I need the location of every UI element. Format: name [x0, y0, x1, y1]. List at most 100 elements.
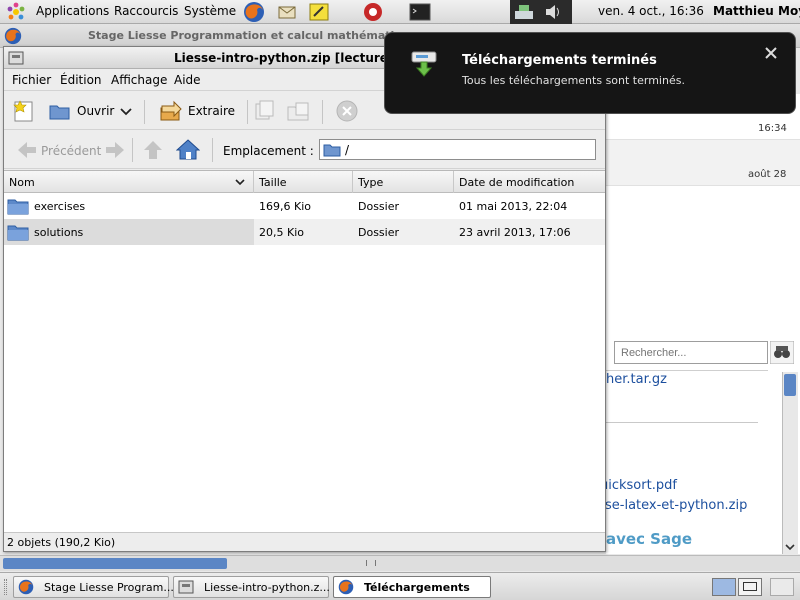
trash-applet[interactable] — [770, 578, 794, 596]
search-input[interactable] — [614, 341, 768, 364]
file-type: Dossier — [358, 200, 400, 213]
location-path: / — [345, 143, 350, 157]
file-size: 20,5 Kio — [259, 226, 304, 239]
taskbar-handle — [4, 579, 7, 595]
menu-systeme[interactable]: Système — [184, 4, 236, 18]
scroll-down-icon[interactable] — [783, 540, 797, 554]
task-label: Liesse-intro-python.z... — [204, 581, 330, 594]
divider — [606, 422, 758, 423]
scrollbar-thumb[interactable] — [784, 374, 796, 396]
menu-applications[interactable]: Applications — [36, 4, 109, 18]
panel-user[interactable]: Matthieu Moy — [713, 4, 800, 18]
task-firefox[interactable]: Stage Liesse Program... — [13, 576, 174, 598]
file-date: 23 avril 2013, 17:06 — [459, 226, 571, 239]
panel-clock[interactable]: ven. 4 oct., 16:36 — [598, 4, 704, 18]
extract-icon[interactable] — [158, 98, 184, 124]
home-icon[interactable] — [176, 138, 200, 160]
open-folder-icon[interactable] — [48, 98, 72, 124]
help-launcher-icon[interactable] — [362, 1, 384, 23]
table-row[interactable]: exercises 169,6 Kio Dossier 01 mai 2013,… — [4, 193, 605, 219]
download-icon — [411, 51, 437, 77]
vertical-scrollbar[interactable] — [782, 372, 798, 554]
menu-aide[interactable]: Aide — [174, 73, 201, 87]
back-button[interactable]: Précédent — [41, 144, 101, 158]
text-editor-launcher-icon[interactable] — [308, 1, 330, 23]
firefox-launcher-icon[interactable] — [243, 1, 265, 23]
download-link[interactable]: uicksort.pdf — [600, 478, 677, 493]
up-arrow-icon[interactable] — [143, 139, 163, 161]
chevron-down-icon[interactable] — [118, 98, 134, 124]
workspace-1[interactable] — [712, 578, 736, 596]
firefox-window-icon — [4, 27, 22, 45]
network-icon[interactable] — [513, 1, 535, 23]
top-panel: Applications Raccourcis Système ven. 4 o… — [0, 0, 800, 24]
status-text: 2 objets (190,2 Kio) — [7, 536, 116, 549]
file-name: exercises — [34, 200, 86, 213]
menu-affichage[interactable]: Affichage — [111, 73, 167, 87]
taskbar: Stage Liesse Program... Liesse-intro-pyt… — [0, 572, 800, 600]
menu-edition[interactable]: Édition — [60, 73, 102, 87]
firefox-icon — [338, 579, 354, 595]
toolbar-separator — [132, 138, 133, 162]
toolbar-separator — [144, 100, 145, 124]
status-bar: 2 objets (190,2 Kio) — [4, 532, 605, 551]
open-button[interactable]: Ouvrir — [77, 104, 114, 118]
item-time: 16:34 — [758, 123, 787, 134]
task-downloads[interactable]: Téléchargements — [333, 576, 491, 598]
binoculars-icon[interactable] — [770, 341, 794, 364]
firefox-page — [606, 370, 768, 554]
workspace-2[interactable] — [738, 578, 762, 596]
file-size: 169,6 Kio — [259, 200, 311, 213]
folder-icon — [323, 144, 341, 157]
folder-icon — [7, 225, 29, 241]
archive-manager-window: Liesse-intro-python.zip [lecture seule] … — [3, 46, 606, 552]
terminal-launcher-icon[interactable] — [409, 1, 431, 23]
archive-window-icon — [8, 51, 24, 65]
gnome-foot-icon[interactable] — [6, 2, 26, 22]
forward-arrow-icon[interactable] — [104, 141, 126, 159]
scrollbar-grip — [366, 560, 376, 566]
mail-launcher-icon[interactable] — [276, 1, 298, 23]
location-bar: Précédent Emplacement : / — [4, 131, 605, 169]
toolbar-separator — [212, 138, 213, 162]
sort-chevron-down-icon[interactable] — [234, 176, 246, 188]
file-type: Dossier — [358, 226, 400, 239]
workspace-window-outline — [743, 582, 757, 591]
menu-fichier[interactable]: Fichier — [12, 73, 51, 87]
task-label: Téléchargements — [364, 581, 470, 594]
toolbar-separator — [322, 100, 323, 124]
menu-raccourcis[interactable]: Raccourcis — [114, 4, 178, 18]
add-files-icon[interactable] — [252, 98, 276, 124]
notification-body: Tous les téléchargements sont terminés. — [462, 74, 685, 87]
table-row[interactable]: solutions 20,5 Kio Dossier 23 avril 2013… — [4, 219, 605, 245]
file-name: solutions — [34, 226, 84, 239]
column-header-type[interactable]: Type — [353, 171, 454, 193]
list-header: Nom Taille Type Date de modification — [4, 171, 605, 193]
volume-icon[interactable] — [542, 1, 564, 23]
scrollbar-thumb[interactable] — [3, 558, 227, 569]
close-icon[interactable] — [763, 45, 779, 61]
toolbar-separator — [247, 100, 248, 124]
download-notification[interactable]: Téléchargements terminés Tous les téléch… — [384, 32, 796, 114]
column-header-name[interactable]: Nom — [4, 171, 254, 193]
task-label: Stage Liesse Program... — [44, 581, 174, 594]
download-link[interactable]: se-latex-et-python.zip — [605, 498, 747, 513]
firefox-icon — [18, 579, 34, 595]
task-archive-manager[interactable]: Liesse-intro-python.z... — [173, 576, 330, 598]
extract-button[interactable]: Extraire — [188, 104, 235, 118]
horizontal-scrollbar[interactable] — [0, 555, 800, 571]
archive-icon — [178, 580, 194, 594]
location-label: Emplacement : — [223, 144, 314, 158]
add-folder-icon[interactable] — [286, 98, 312, 124]
item-time: août 28 — [748, 169, 787, 180]
download-link[interactable]: her.tar.gz — [606, 372, 667, 387]
new-archive-icon[interactable] — [12, 98, 36, 124]
file-date: 01 mai 2013, 22:04 — [459, 200, 568, 213]
column-header-size[interactable]: Taille — [254, 171, 353, 193]
location-field[interactable]: / — [319, 139, 596, 160]
column-header-date[interactable]: Date de modification — [454, 171, 605, 193]
stop-icon[interactable] — [335, 98, 359, 124]
folder-icon — [7, 199, 29, 215]
back-arrow-icon[interactable] — [16, 141, 38, 159]
firefox-window-title: Stage Liesse Programmation et calcul mat… — [88, 29, 418, 42]
